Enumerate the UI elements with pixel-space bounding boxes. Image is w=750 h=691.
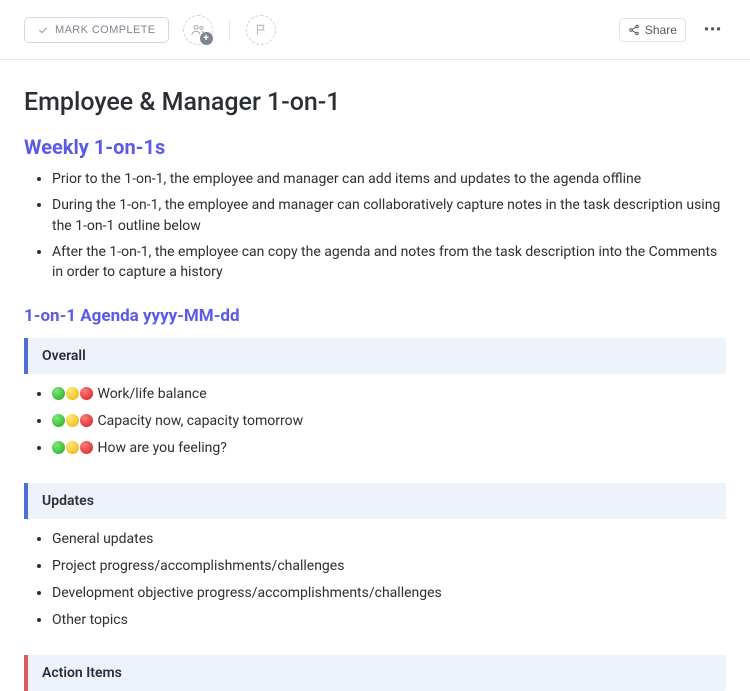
page-title: Employee & Manager 1-on-1 — [24, 88, 726, 117]
list-item: Capacity now, capacity tomorrow — [52, 411, 726, 432]
weekly-list: Prior to the 1-on-1, the employee and ma… — [24, 169, 726, 282]
yellow-dot-icon — [66, 441, 79, 454]
weekly-heading: Weekly 1-on-1s — [24, 135, 726, 159]
overall-label: Overall — [42, 348, 86, 364]
assignee-icon[interactable]: + — [183, 15, 213, 45]
list-item: Other topics — [52, 610, 726, 631]
green-dot-icon — [52, 441, 65, 454]
action-items-box: Action Items — [24, 655, 726, 691]
agenda-heading: 1-on-1 Agenda yyyy-MM-dd — [24, 306, 726, 326]
flag-icon — [254, 23, 268, 37]
more-menu-icon[interactable]: ••• — [700, 22, 726, 38]
list-item: Prior to the 1-on-1, the employee and ma… — [52, 169, 726, 189]
action-items-label: Action Items — [42, 665, 122, 681]
list-item: After the 1-on-1, the employee can copy … — [52, 242, 726, 283]
mark-complete-button[interactable]: MARK COMPLETE — [24, 17, 169, 43]
yellow-dot-icon — [66, 387, 79, 400]
share-icon — [628, 24, 640, 36]
red-dot-icon — [80, 441, 93, 454]
green-dot-icon — [52, 414, 65, 427]
list-item: During the 1-on-1, the employee and mana… — [52, 195, 726, 236]
red-dot-icon — [80, 414, 93, 427]
share-button[interactable]: Share — [619, 18, 686, 42]
item-text: How are you feeling? — [97, 440, 226, 456]
green-dot-icon — [52, 387, 65, 400]
check-icon — [37, 24, 49, 36]
item-text: Work/life balance — [97, 386, 206, 402]
add-assignee-badge: + — [200, 32, 213, 45]
priority-flag-icon[interactable] — [246, 15, 276, 45]
yellow-dot-icon — [66, 414, 79, 427]
share-label: Share — [645, 23, 677, 37]
overall-box: Overall — [24, 338, 726, 374]
document-body: Employee & Manager 1-on-1 Weekly 1-on-1s… — [0, 60, 750, 691]
list-item: Development objective progress/accomplis… — [52, 583, 726, 604]
updates-label: Updates — [42, 493, 94, 509]
red-dot-icon — [80, 387, 93, 400]
list-item: Project progress/accomplishments/challen… — [52, 556, 726, 577]
mark-complete-label: MARK COMPLETE — [55, 24, 156, 36]
list-item: General updates — [52, 529, 726, 550]
toolbar-divider — [229, 19, 230, 41]
list-item: How are you feeling? — [52, 438, 726, 459]
item-text: Capacity now, capacity tomorrow — [97, 413, 303, 429]
list-item: Work/life balance — [52, 384, 726, 405]
updates-list: General updates Project progress/accompl… — [24, 529, 726, 631]
updates-box: Updates — [24, 483, 726, 519]
overall-list: Work/life balance Capacity now, capacity… — [24, 384, 726, 459]
top-toolbar: MARK COMPLETE + Share ••• — [0, 0, 750, 60]
